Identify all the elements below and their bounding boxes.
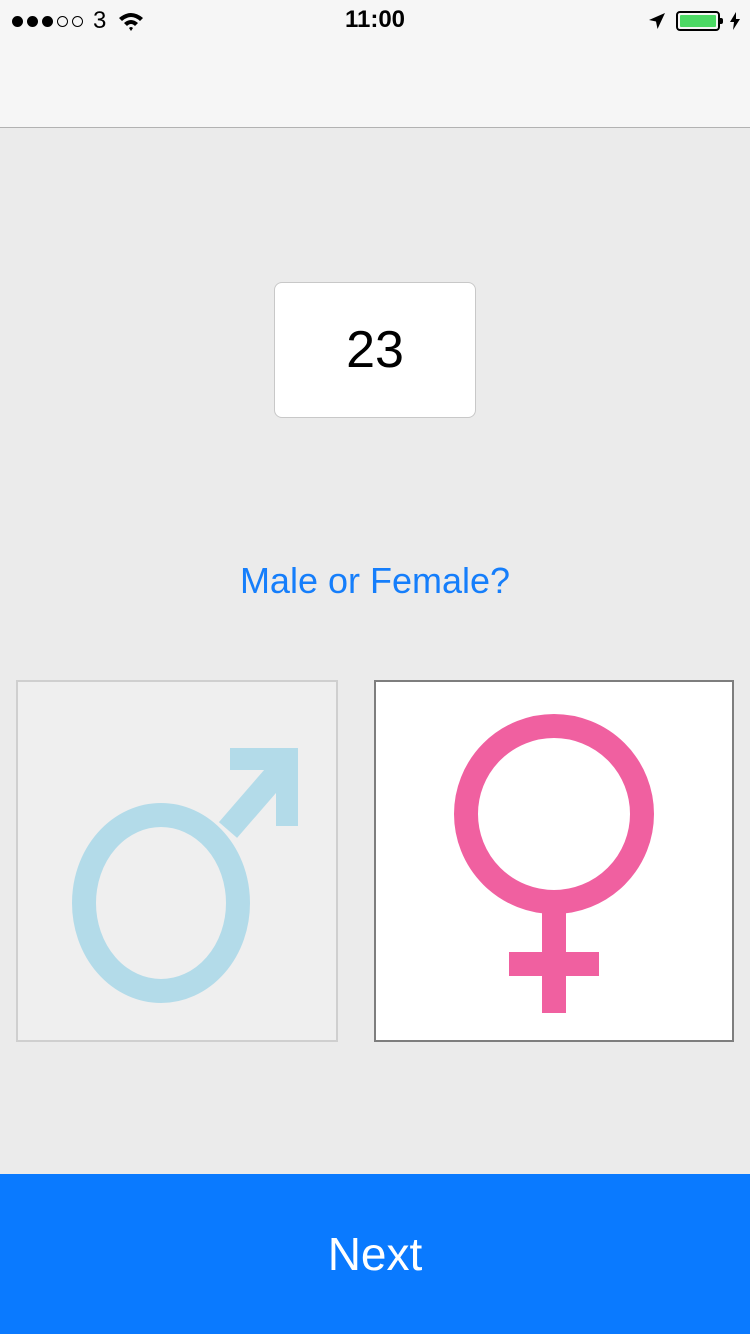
- age-field[interactable]: 23: [274, 282, 476, 418]
- status-right: [648, 8, 740, 34]
- female-symbol-icon: [454, 714, 654, 1013]
- status-time: 11:00: [344, 6, 406, 33]
- male-option[interactable]: [16, 680, 338, 1042]
- next-button[interactable]: Next: [0, 1174, 750, 1334]
- female-option[interactable]: [374, 680, 734, 1042]
- male-symbol-icon: [72, 748, 298, 1003]
- gender-question: Male or Female?: [239, 560, 511, 601]
- navigation-bar: [0, 40, 750, 128]
- status-bar: 3 11:00: [0, 0, 750, 40]
- battery-icon: [676, 11, 723, 31]
- charging-bolt-icon: [730, 12, 740, 30]
- location-arrow-icon: [649, 13, 665, 29]
